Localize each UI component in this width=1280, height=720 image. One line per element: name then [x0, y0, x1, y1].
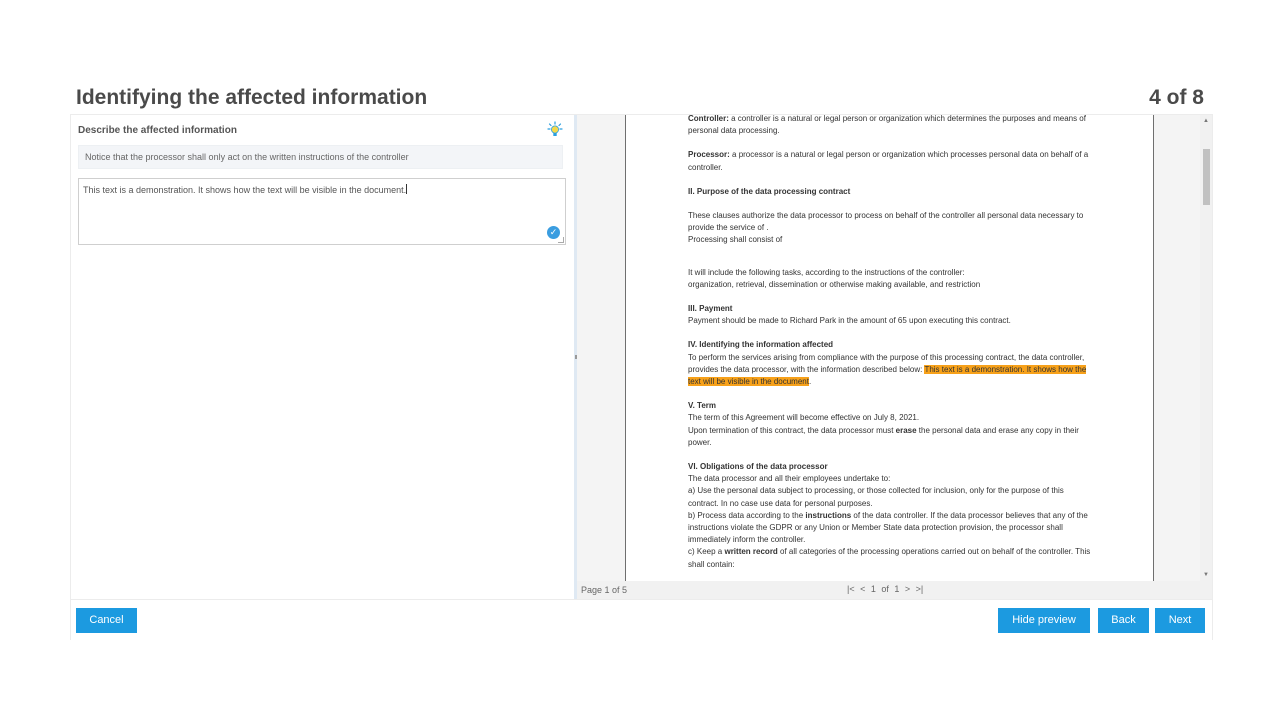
hide-preview-button[interactable]: Hide preview	[998, 608, 1090, 633]
textarea-value[interactable]: This text is a demonstration. It shows h…	[83, 184, 408, 195]
preview-scrollbar[interactable]: ▲ ▼	[1200, 115, 1212, 581]
input-panel: Describe the affected information Notice…	[71, 115, 575, 599]
scroll-down-icon[interactable]: ▼	[1203, 572, 1209, 578]
section-title-purpose: II. Purpose of the data processing contr…	[688, 186, 851, 196]
description-textarea[interactable]: This text is a demonstration. It shows h…	[78, 178, 566, 245]
section-purpose-text: These clauses authorize the data process…	[688, 211, 1084, 245]
section-payment: III. Payment Payment should be made to Ri…	[688, 304, 1011, 326]
section-purpose-tasks: It will include the following tasks, acc…	[688, 267, 981, 289]
page-title: Identifying the affected information	[76, 86, 428, 109]
section-affected-info: IV. Identifying the information affected…	[688, 340, 1087, 387]
section-obligations: VI. Obligations of the data processor The…	[688, 462, 1091, 569]
document-preview: Controller: a controller is a natural or…	[577, 115, 1212, 581]
field-label: Describe the affected information	[78, 125, 237, 136]
hint-box: Notice that the processor shall only act…	[78, 145, 563, 169]
section-term: V. Term The term of this Agreement will b…	[688, 401, 1079, 447]
document-text: Controller: a controller is a natural or…	[688, 115, 1093, 581]
page-indicator: Page 1 of 5	[581, 585, 628, 595]
back-button[interactable]: Back	[1098, 608, 1149, 633]
definition-controller: Controller: a controller is a natural or…	[688, 115, 1086, 136]
next-button[interactable]: Next	[1155, 608, 1205, 633]
step-indicator: 4 of 8	[1149, 86, 1204, 109]
document-page: Controller: a controller is a natural or…	[625, 115, 1154, 581]
page-navigation[interactable]: |< < 1 of 1 > >|	[847, 584, 923, 594]
preview-pager: Page 1 of 5 |< < 1 of 1 > >|	[577, 581, 1212, 599]
definition-processor: Processor: a processor is a natural or l…	[688, 150, 1089, 172]
wizard-frame: Describe the affected information Notice…	[70, 114, 1213, 640]
resize-handle[interactable]	[558, 237, 564, 243]
lightbulb-icon[interactable]	[546, 121, 564, 139]
scrollbar-thumb[interactable]	[1203, 149, 1210, 205]
scroll-up-icon[interactable]: ▲	[1203, 118, 1209, 124]
footer-bar: Cancel Hide preview Back Next	[71, 599, 1212, 640]
cancel-button[interactable]: Cancel	[76, 608, 137, 633]
